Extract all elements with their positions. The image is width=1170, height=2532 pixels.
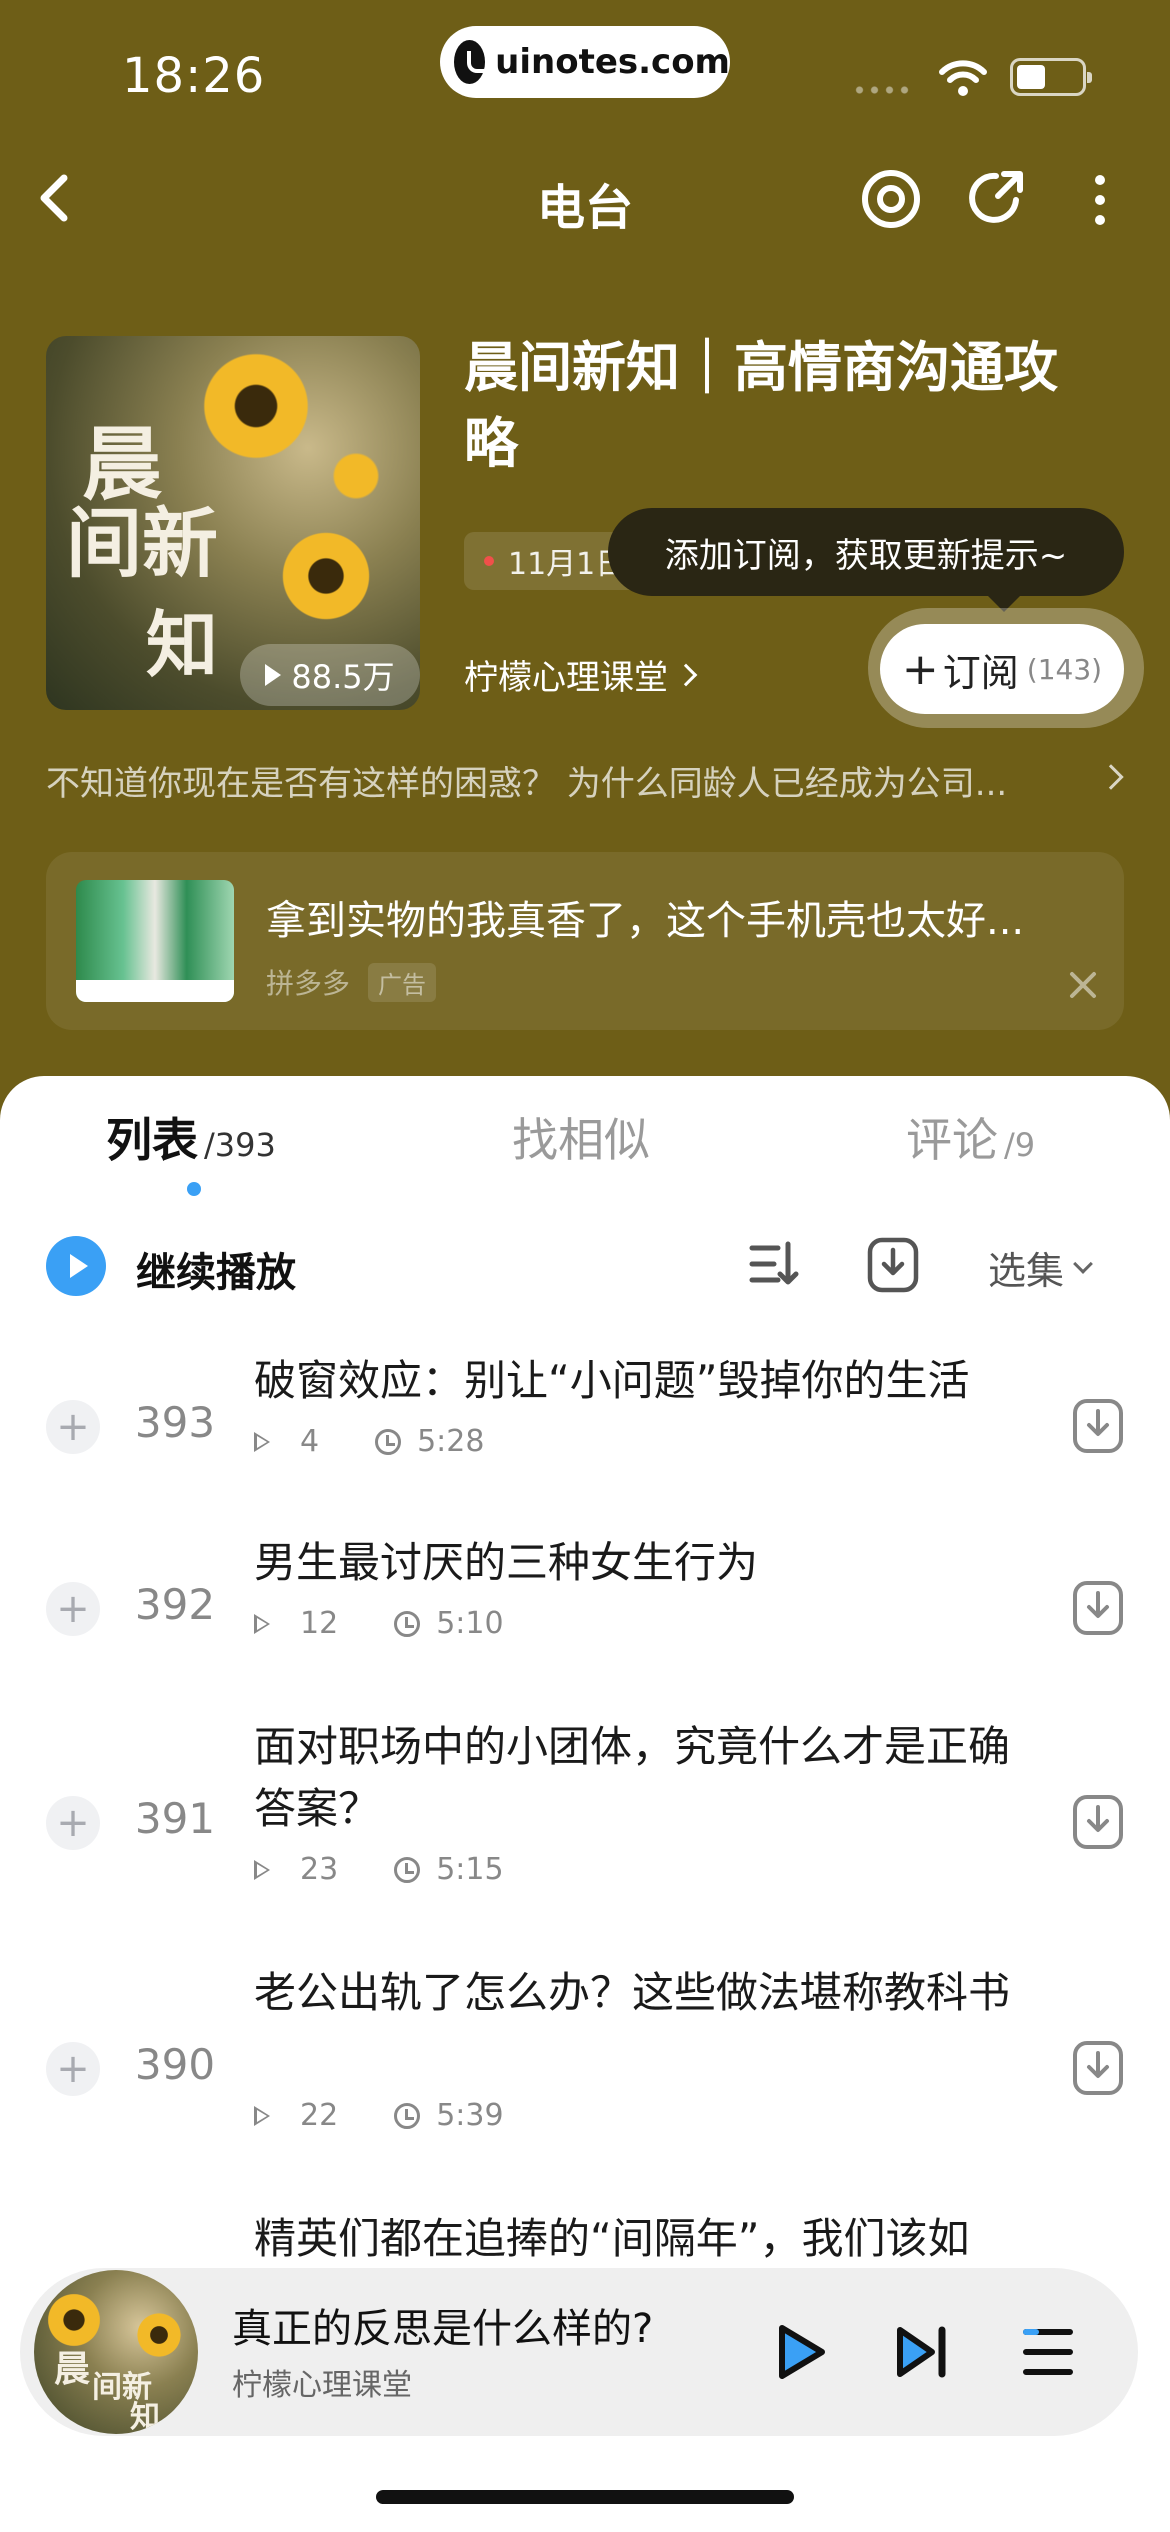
add-to-playlist-button[interactable]: + xyxy=(46,2042,100,2096)
tab-list[interactable]: 列表/393 xyxy=(106,1104,276,1170)
episode-title[interactable]: 破窗效应：别让“小问题”毁掉你的生活 xyxy=(254,1350,1034,1412)
episode-meta: 22 5:39 xyxy=(254,2098,504,2133)
tab-indicator xyxy=(187,1182,201,1196)
uinotes-logo-icon xyxy=(454,40,494,84)
subscribe-button[interactable]: + 订阅 (143) xyxy=(880,624,1124,714)
episode-plays: 12 xyxy=(300,1606,339,1641)
episode-meta: 4 5:28 xyxy=(254,1424,484,1459)
add-to-playlist-button[interactable]: + xyxy=(46,1400,100,1454)
share-icon[interactable] xyxy=(964,166,1028,230)
subscribe-tooltip: 添加订阅，获取更新提示~ xyxy=(608,508,1124,612)
sort-icon[interactable] xyxy=(748,1238,800,1290)
player-title[interactable]: 真正的反思是什么样的? xyxy=(232,2296,653,2354)
select-label: 选集 xyxy=(988,1249,1065,1293)
continue-play-button[interactable]: 继续播放 xyxy=(136,1240,296,1298)
add-to-playlist-button[interactable]: + xyxy=(46,1582,100,1636)
episode-title[interactable]: 男生最讨厌的三种女生行为 xyxy=(254,1532,1034,1594)
subscribe-count: (143) xyxy=(1026,652,1103,686)
tab-similar[interactable]: 找相似 xyxy=(512,1104,650,1170)
player-author: 柠檬心理课堂 xyxy=(232,2368,412,2403)
next-track-icon[interactable] xyxy=(892,2322,952,2382)
ad-tag: 广告 xyxy=(368,962,437,1002)
episode-duration: 5:39 xyxy=(436,2098,504,2133)
url-text: uinotes.com xyxy=(495,42,730,82)
ad-source: 拼多多 广告 xyxy=(266,962,437,1002)
ad-image[interactable] xyxy=(76,880,234,1002)
episode-duration: 5:28 xyxy=(417,1424,485,1459)
play-count-icon xyxy=(254,2105,270,2126)
episode-title[interactable]: 精英们都在追捧的“间隔年”，我们该如 xyxy=(254,2208,1034,2270)
battery-icon xyxy=(1010,58,1092,96)
episode-meta: 23 5:15 xyxy=(254,1852,504,1887)
wifi-icon xyxy=(939,60,987,96)
cover-text-2: 间新 xyxy=(66,499,218,588)
play-count-badge: 88.5万 xyxy=(240,644,420,706)
home-indicator[interactable] xyxy=(376,2490,794,2504)
episode-title[interactable]: 面对职场中的小团体，究竟什么才是正确答案？ xyxy=(254,1716,1034,1840)
playlist-icon[interactable] xyxy=(1020,2324,1076,2380)
clock-icon xyxy=(394,1610,421,1637)
play-count-icon xyxy=(254,1859,270,1880)
player-cover[interactable]: 晨 间新 知 xyxy=(34,2270,198,2434)
tab-comments[interactable]: 评论/9 xyxy=(906,1104,1035,1170)
play-count-icon xyxy=(254,1431,270,1452)
download-icon[interactable] xyxy=(1072,1398,1124,1454)
download-icon[interactable] xyxy=(1072,1580,1124,1636)
tab-count: /9 xyxy=(1004,1126,1036,1164)
cover-text-3: 知 xyxy=(146,602,219,687)
continue-play-icon[interactable] xyxy=(46,1236,106,1296)
episode-number: 393 xyxy=(134,1398,216,1447)
add-to-playlist-button[interactable]: + xyxy=(46,1796,100,1850)
tab-label: 找相似 xyxy=(512,1113,650,1167)
download-icon[interactable] xyxy=(1072,2040,1124,2096)
status-time: 18:26 xyxy=(122,48,266,104)
url-badge: uinotes.com xyxy=(440,26,730,98)
chevron-right-icon xyxy=(674,663,698,686)
plus-icon: + xyxy=(901,643,939,695)
album-title: 晨间新知｜高情商沟通攻略 xyxy=(464,336,1058,475)
episode-number: 390 xyxy=(134,2040,216,2089)
play-icon[interactable] xyxy=(770,2322,830,2382)
more-icon[interactable] xyxy=(1090,170,1110,230)
author-name: 柠檬心理课堂 xyxy=(464,658,668,698)
ad-text[interactable]: 拿到实物的我真香了，这个手机壳也太好... xyxy=(266,888,1076,946)
author-link[interactable]: 柠檬心理课堂 xyxy=(464,650,698,699)
close-icon[interactable] xyxy=(1068,970,1098,1000)
play-count-icon xyxy=(254,1613,270,1634)
tab-label: 评论 xyxy=(906,1113,998,1167)
ad-source-name: 拼多多 xyxy=(266,967,351,1000)
tab-count: /393 xyxy=(204,1126,276,1164)
episode-number: 391 xyxy=(134,1794,216,1843)
clock-icon xyxy=(375,1428,402,1455)
episode-meta: 12 5:10 xyxy=(254,1606,504,1641)
select-episodes-button[interactable]: 选集 xyxy=(988,1240,1093,1295)
clock-icon xyxy=(394,2102,421,2129)
episode-plays: 22 xyxy=(300,2098,339,2133)
tab-label: 列表 xyxy=(106,1113,198,1167)
clock-icon xyxy=(394,1856,421,1883)
download-icon[interactable] xyxy=(1072,1794,1124,1850)
chevron-right-icon[interactable] xyxy=(1098,764,1124,790)
signal-dots-icon xyxy=(852,86,912,94)
episode-duration: 5:15 xyxy=(436,1852,504,1887)
episode-plays: 4 xyxy=(300,1424,320,1459)
red-dot-icon xyxy=(484,556,494,566)
episode-title[interactable]: 老公出轨了怎么办？这些做法堪称教科书 xyxy=(254,1962,1034,2024)
play-count: 88.5万 xyxy=(291,658,395,696)
album-description[interactable]: 不知道你现在是否有这样的困惑？ 为什么同龄人已经成为公司... xyxy=(46,756,1086,805)
download-all-icon[interactable] xyxy=(866,1236,920,1294)
player-cover-text-1: 晨 xyxy=(54,2348,91,2390)
player-cover-text-3: 知 xyxy=(130,2400,160,2434)
target-icon[interactable] xyxy=(860,168,922,230)
episode-number: 392 xyxy=(134,1580,216,1629)
chevron-down-icon xyxy=(1073,1253,1093,1274)
play-icon xyxy=(265,664,282,686)
episode-duration: 5:10 xyxy=(436,1606,504,1641)
subscribe-label: 订阅 xyxy=(942,650,1019,695)
episode-plays: 23 xyxy=(300,1852,339,1887)
